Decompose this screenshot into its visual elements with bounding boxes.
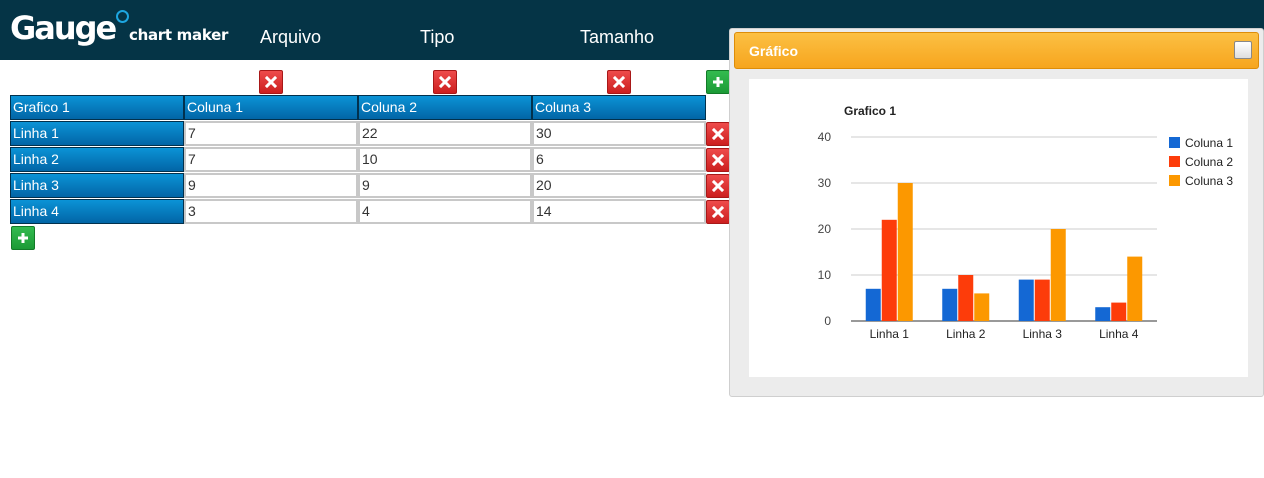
table-cell[interactable]: 30 (532, 121, 706, 146)
delete-row-4-button[interactable] (706, 200, 730, 224)
x-icon (613, 76, 625, 88)
bar (1095, 307, 1111, 321)
x-tick-label: Linha 1 (870, 327, 910, 341)
legend-swatch (1169, 175, 1180, 186)
table-cell[interactable]: 22 (358, 121, 532, 146)
column-header-1[interactable]: Coluna 1 (184, 95, 358, 120)
column-header-2[interactable]: Coluna 2 (358, 95, 532, 120)
x-icon (712, 206, 724, 218)
x-icon (712, 128, 724, 140)
table-cell[interactable]: 7 (184, 121, 358, 146)
chart-panel-header: Gráfico (734, 32, 1259, 69)
x-tick-label: Linha 4 (1099, 327, 1139, 341)
delete-column-3-button[interactable] (607, 70, 631, 94)
y-tick-label: 30 (818, 176, 832, 190)
menu-arquivo[interactable]: Arquivo (260, 26, 321, 48)
table-cell[interactable]: 14 (532, 199, 706, 224)
logo-ring-icon (116, 10, 129, 23)
logo-text: Gauge (10, 9, 117, 47)
plus-icon (713, 77, 723, 87)
table-title-cell[interactable]: Grafico 1 (10, 95, 184, 120)
menu-tamanho[interactable]: Tamanho (580, 26, 654, 48)
menu-tipo[interactable]: Tipo (420, 26, 454, 48)
x-icon (439, 76, 451, 88)
y-tick-label: 10 (818, 268, 832, 282)
row-header[interactable]: Linha 4 (10, 199, 184, 224)
table-cell[interactable]: 7 (184, 147, 358, 172)
table-cell[interactable]: 9 (358, 173, 532, 198)
legend-swatch (1169, 137, 1180, 148)
row-header[interactable]: Linha 1 (10, 121, 184, 146)
y-tick-label: 0 (824, 314, 831, 328)
delete-row-1-button[interactable] (706, 122, 730, 146)
bar (942, 288, 958, 321)
x-icon (712, 154, 724, 166)
delete-row-3-button[interactable] (706, 174, 730, 198)
add-column-button[interactable] (706, 70, 730, 94)
bar (1050, 229, 1066, 321)
chart-panel: Gráfico Grafico 1 0 10 20 30 40 Linha 1 Linha 2… (729, 28, 1264, 397)
bar (1034, 279, 1050, 321)
x-tick-label: Linha 2 (946, 327, 986, 341)
chart-title: Grafico 1 (844, 104, 896, 118)
table-cell[interactable]: 9 (184, 173, 358, 198)
legend-label: Coluna 2 (1185, 155, 1233, 169)
row-header[interactable]: Linha 3 (10, 173, 184, 198)
table-cell[interactable]: 20 (532, 173, 706, 198)
legend-label: Coluna 1 (1185, 136, 1233, 150)
legend-label: Coluna 3 (1185, 174, 1233, 188)
checkbox-icon[interactable] (1234, 41, 1252, 59)
table-cell[interactable]: 6 (532, 147, 706, 172)
x-tick-label: Linha 3 (1023, 327, 1063, 341)
logo-subtitle: chart maker (129, 26, 229, 44)
plus-icon (18, 233, 28, 243)
add-row-button[interactable] (11, 226, 35, 250)
table-cell[interactable]: 3 (184, 199, 358, 224)
bar (974, 293, 990, 321)
table-cell[interactable]: 10 (358, 147, 532, 172)
bar-chart: Grafico 1 0 10 20 30 40 Linha 1 Linha 2 Linha 3 L… (818, 104, 1234, 341)
row-header[interactable]: Linha 2 (10, 147, 184, 172)
x-icon (712, 180, 724, 192)
chart-area: Grafico 1 0 10 20 30 40 Linha 1 Linha 2 Linha 3 L… (749, 79, 1248, 377)
bar (897, 183, 913, 321)
chart-panel-title: Gráfico (749, 43, 799, 59)
bar (1127, 256, 1143, 321)
y-tick-label: 20 (818, 222, 832, 236)
delete-column-1-button[interactable] (259, 70, 283, 94)
bar (1018, 279, 1034, 321)
bar (958, 275, 974, 321)
delete-row-2-button[interactable] (706, 148, 730, 172)
column-header-3[interactable]: Coluna 3 (532, 95, 706, 120)
bar (865, 288, 881, 321)
x-icon (265, 76, 277, 88)
bar (881, 219, 897, 321)
y-tick-label: 40 (818, 130, 832, 144)
table-cell[interactable]: 4 (358, 199, 532, 224)
legend-swatch (1169, 156, 1180, 167)
bar (1111, 302, 1127, 321)
delete-column-2-button[interactable] (433, 70, 457, 94)
